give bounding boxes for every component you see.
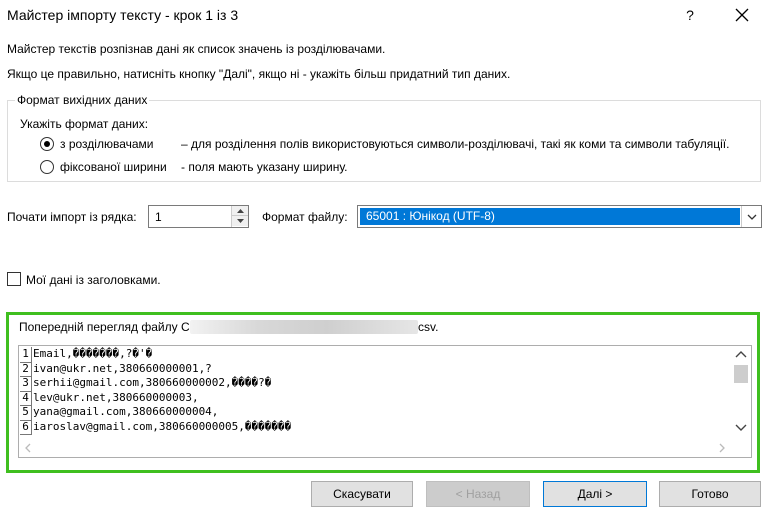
preview-rows: 1 Email,�������,?�'� 2 ivan@ukr.net,380660…	[20, 347, 730, 439]
delimited-radio[interactable]	[40, 137, 54, 151]
preview-row: 6 iaroslav@gmail.com,380660000005,�������	[20, 419, 730, 435]
preview-row: 4 lev@ukr.net,380660000003,	[20, 390, 730, 406]
file-format-select[interactable]: 65001 : Юнікод (UTF-8)	[357, 205, 762, 228]
chevron-up-icon	[236, 208, 244, 213]
stepper-buttons	[231, 206, 248, 227]
intro-instruction-text: Якщо це правильно, натисніть кнопку "Дал…	[7, 67, 511, 81]
source-format-legend: Формат вихідних даних	[15, 93, 150, 107]
row-text: serhii@gmail.com,380660000002,����?�	[33, 376, 272, 389]
chevron-down-icon	[747, 214, 756, 220]
preview-row: 1 Email,�������,?�'�	[20, 347, 730, 363]
chevron-down-icon	[236, 219, 244, 223]
preview-row: 5 yana@gmail.com,380660000004,	[20, 405, 730, 421]
preview-row: 2 ivan@ukr.net,380660000001,?	[20, 361, 730, 377]
preview-label: Попередній перегляд файлу C:\	[19, 320, 197, 334]
window-title: Майстер імпорту тексту - крок 1 із 3	[7, 7, 239, 23]
headers-checkbox-label[interactable]: Мої дані із заголовками.	[26, 273, 161, 287]
row-text: yana@gmail.com,380660000004,	[33, 405, 219, 418]
close-icon	[735, 8, 749, 22]
title-bar: Майстер імпорту тексту - крок 1 із 3 ?	[0, 0, 768, 32]
scroll-down-icon[interactable]	[735, 424, 747, 432]
next-button[interactable]: Далі >	[543, 481, 647, 507]
fixed-width-radio[interactable]	[40, 160, 54, 174]
row-number: 5	[20, 405, 32, 421]
back-button[interactable]: < Назад	[426, 481, 530, 507]
row-number: 4	[20, 390, 32, 406]
start-row-stepper[interactable]: 1	[148, 205, 249, 228]
vertical-scroll-thumb[interactable]	[734, 365, 748, 383]
stepper-down-button[interactable]	[232, 216, 248, 226]
headers-checkbox[interactable]	[7, 272, 21, 286]
delimited-description: – для розділення полів використовуються …	[181, 137, 730, 151]
file-format-label: Формат файлу:	[262, 210, 348, 224]
row-text: lev@ukr.net,380660000003,	[33, 390, 199, 404]
horizontal-scrollbar[interactable]	[19, 439, 733, 457]
scroll-left-icon[interactable]	[25, 443, 31, 453]
file-format-value[interactable]: 65001 : Юнікод (UTF-8)	[360, 208, 740, 225]
scroll-right-icon[interactable]	[719, 443, 725, 453]
blurred-file-path	[190, 320, 418, 334]
file-preview-pane[interactable]: 1 Email,�������,?�'� 2 ivan@ukr.net,380660…	[18, 345, 752, 458]
preview-row: 3 serhii@gmail.com,380660000002,����?�	[20, 376, 730, 392]
start-row-label: Почати імпорт із рядка:	[7, 210, 137, 224]
cancel-button[interactable]: Скасувати	[311, 481, 413, 507]
stepper-up-button[interactable]	[232, 206, 248, 216]
finish-button[interactable]: Готово	[659, 481, 761, 507]
preview-label-suffix: csv.	[418, 320, 439, 334]
row-number: 1	[20, 347, 32, 363]
vertical-scrollbar[interactable]	[731, 346, 751, 438]
fixed-width-description: - поля мають указану ширину.	[181, 160, 348, 174]
scroll-up-icon[interactable]	[735, 350, 747, 358]
row-text: iaroslav@gmail.com,380660000005,�������	[33, 419, 292, 433]
fixed-width-radio-label[interactable]: фіксованої ширини	[60, 160, 167, 174]
row-number: 6	[20, 419, 32, 435]
help-button[interactable]: ?	[676, 2, 704, 28]
start-row-value[interactable]: 1	[155, 210, 162, 224]
row-text: Email,�������,?�'�	[33, 347, 153, 360]
intro-detected-text: Майстер текстів розпізнав дані як список…	[7, 42, 386, 56]
delimited-radio-label[interactable]: з розділювачами	[60, 137, 154, 151]
row-text: ivan@ukr.net,380660000001,?	[33, 361, 212, 375]
close-button[interactable]	[728, 2, 756, 28]
specify-format-label: Укажіть формат даних:	[20, 117, 149, 131]
row-number: 2	[20, 361, 32, 377]
file-format-dropdown-button[interactable]	[741, 206, 761, 227]
row-number: 3	[20, 376, 32, 392]
